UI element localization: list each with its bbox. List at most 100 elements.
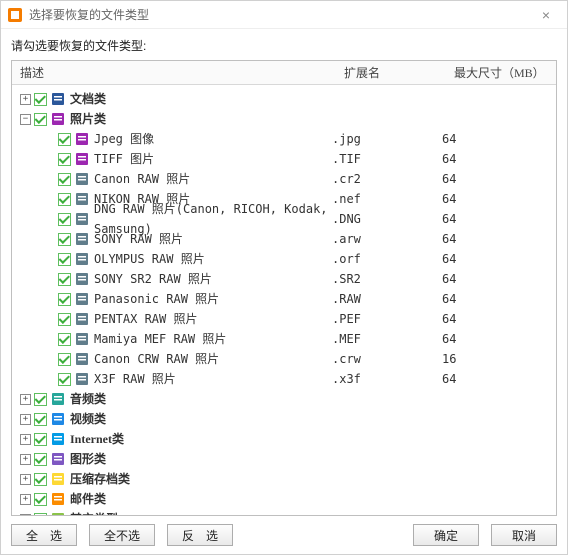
- file-icon: [74, 211, 90, 227]
- ext-cell: .orf: [332, 249, 442, 269]
- expand-icon[interactable]: +: [20, 394, 31, 405]
- file-icon: [74, 351, 90, 367]
- button-bar: 全 选 全不选 反 选 确定 取消: [1, 516, 567, 554]
- checkbox[interactable]: [58, 353, 71, 366]
- file-type-row[interactable]: +Mamiya MEF RAW 照片.MEF64: [16, 329, 552, 349]
- close-icon[interactable]: ×: [531, 7, 561, 23]
- ext-cell: .PEF: [332, 309, 442, 329]
- select-all-button[interactable]: 全 选: [11, 524, 77, 546]
- expand-icon[interactable]: +: [20, 434, 31, 445]
- checkbox[interactable]: [58, 333, 71, 346]
- file-type-row[interactable]: +DNG RAW 照片(Canon, RICOH, Kodak, Samsung…: [16, 209, 552, 229]
- checkbox[interactable]: [34, 93, 47, 106]
- category-row-other[interactable]: +其它类型: [16, 509, 552, 516]
- ext-cell: .crw: [332, 349, 442, 369]
- file-icon: [50, 391, 66, 407]
- checkbox[interactable]: [34, 413, 47, 426]
- expand-icon[interactable]: +: [20, 474, 31, 485]
- size-cell: 64: [442, 209, 552, 229]
- size-cell: 64: [442, 129, 552, 149]
- file-type-label: Canon CRW RAW 照片: [94, 349, 219, 369]
- ext-cell: .SR2: [332, 269, 442, 289]
- expand-icon[interactable]: +: [20, 494, 31, 505]
- file-icon: [74, 151, 90, 167]
- checkbox[interactable]: [58, 193, 71, 206]
- size-cell: 64: [442, 249, 552, 269]
- file-type-row[interactable]: +Jpeg 图像.jpg64: [16, 129, 552, 149]
- size-cell: 64: [442, 189, 552, 209]
- file-type-row[interactable]: +PENTAX RAW 照片.PEF64: [16, 309, 552, 329]
- checkbox[interactable]: [58, 293, 71, 306]
- checkbox[interactable]: [34, 493, 47, 506]
- cancel-button[interactable]: 取消: [491, 524, 557, 546]
- file-type-row[interactable]: +OLYMPUS RAW 照片.orf64: [16, 249, 552, 269]
- ok-button[interactable]: 确定: [413, 524, 479, 546]
- expand-icon[interactable]: +: [20, 454, 31, 465]
- checkbox[interactable]: [58, 173, 71, 186]
- file-type-label: Jpeg 图像: [94, 129, 154, 149]
- file-type-label: Mamiya MEF RAW 照片: [94, 329, 226, 349]
- checkbox[interactable]: [58, 133, 71, 146]
- col-size[interactable]: 最大尺寸（MB）: [446, 64, 556, 81]
- category-label: 邮件类: [70, 489, 106, 509]
- file-icon: [50, 91, 66, 107]
- file-icon: [50, 111, 66, 127]
- select-none-button[interactable]: 全不选: [89, 524, 155, 546]
- file-type-row[interactable]: +Canon RAW 照片.cr264: [16, 169, 552, 189]
- category-row-audio[interactable]: +音频类: [16, 389, 552, 409]
- file-icon: [74, 251, 90, 267]
- category-row-mail[interactable]: + 邮件类: [16, 489, 552, 509]
- expand-icon[interactable]: +: [20, 94, 31, 105]
- checkbox[interactable]: [34, 433, 47, 446]
- checkbox[interactable]: [34, 473, 47, 486]
- category-label: 其它类型: [70, 509, 118, 516]
- ext-cell: .arw: [332, 229, 442, 249]
- size-cell: 16: [442, 349, 552, 369]
- col-ext[interactable]: 扩展名: [336, 64, 446, 81]
- checkbox[interactable]: [34, 453, 47, 466]
- file-type-row[interactable]: +X3F RAW 照片.x3f64: [16, 369, 552, 389]
- file-type-label: PENTAX RAW 照片: [94, 309, 197, 329]
- file-icon: [50, 471, 66, 487]
- checkbox[interactable]: [58, 253, 71, 266]
- category-row-photos[interactable]: −照片类: [16, 109, 552, 129]
- file-type-row[interactable]: +SONY RAW 照片.arw64: [16, 229, 552, 249]
- checkbox[interactable]: [58, 273, 71, 286]
- file-type-row[interactable]: +Panasonic RAW 照片.RAW64: [16, 289, 552, 309]
- file-type-row[interactable]: +Canon CRW RAW 照片.crw16: [16, 349, 552, 369]
- checkbox[interactable]: [58, 313, 71, 326]
- size-cell: 64: [442, 289, 552, 309]
- file-icon: [74, 331, 90, 347]
- col-desc[interactable]: 描述: [12, 64, 336, 81]
- file-icon: [50, 491, 66, 507]
- expand-icon[interactable]: +: [20, 414, 31, 425]
- file-icon: [74, 191, 90, 207]
- category-row-video[interactable]: + 视频类: [16, 409, 552, 429]
- invert-button[interactable]: 反 选: [167, 524, 233, 546]
- checkbox[interactable]: [58, 373, 71, 386]
- category-label: 视频类: [70, 409, 106, 429]
- collapse-icon[interactable]: −: [20, 114, 31, 125]
- file-icon: [74, 311, 90, 327]
- category-label: 文档类: [70, 89, 106, 109]
- checkbox[interactable]: [34, 393, 47, 406]
- checkbox[interactable]: [58, 233, 71, 246]
- file-icon: [74, 291, 90, 307]
- ext-cell: .cr2: [332, 169, 442, 189]
- file-type-row[interactable]: +TIFF 图片.TIF64: [16, 149, 552, 169]
- file-type-row[interactable]: +SONY SR2 RAW 照片.SR264: [16, 269, 552, 289]
- ext-cell: .DNG: [332, 209, 442, 229]
- category-row-archive[interactable]: +压缩存档类: [16, 469, 552, 489]
- checkbox[interactable]: [58, 213, 71, 226]
- tree: +文档类−照片类+Jpeg 图像.jpg64+TIFF 图片.TIF64+Can…: [12, 85, 556, 516]
- category-row-graphics[interactable]: + 图形类: [16, 449, 552, 469]
- ext-cell: .nef: [332, 189, 442, 209]
- checkbox[interactable]: [34, 113, 47, 126]
- category-row-docs[interactable]: + 文档类: [16, 89, 552, 109]
- category-row-internet[interactable]: +Internet类: [16, 429, 552, 449]
- file-icon: [50, 411, 66, 427]
- file-type-label: TIFF 图片: [94, 149, 154, 169]
- file-icon: [74, 371, 90, 387]
- checkbox[interactable]: [58, 153, 71, 166]
- category-label: 图形类: [70, 449, 106, 469]
